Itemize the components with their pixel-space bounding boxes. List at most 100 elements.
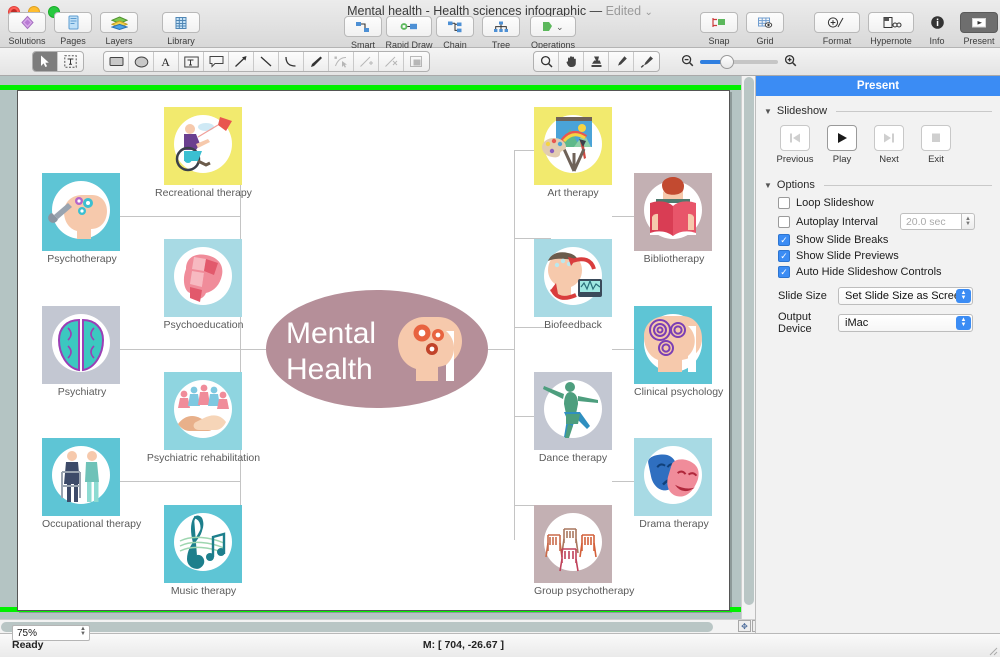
zoom-slider-knob[interactable] (720, 54, 734, 69)
toolbar-present[interactable]: Present (954, 12, 1000, 46)
fit-to-window-icon[interactable]: ✥ (738, 620, 751, 632)
disclosure-triangle-icon[interactable]: ▼ (764, 107, 772, 116)
node-art-therapy[interactable]: Art therapy (534, 107, 612, 199)
loop-slideshow-row[interactable]: Loop Slideshow (778, 197, 992, 209)
zoom-stepper-icon[interactable]: ▲ ▼ (80, 626, 86, 637)
play-button[interactable]: Play (825, 125, 859, 165)
auto-hide-controls-row[interactable]: Auto Hide Slideshow Controls (778, 266, 992, 278)
show-slide-breaks-checkbox[interactable] (778, 234, 790, 246)
node-bibliotherapy[interactable]: Bibliotherapy (634, 173, 714, 265)
node-psychiatry[interactable]: Psychiatry (42, 306, 122, 398)
autoplay-interval-checkbox[interactable] (778, 215, 790, 228)
node-dance-therapy[interactable]: Dance therapy (534, 372, 612, 464)
toolbar-library-label: Library (167, 36, 195, 46)
node-occupational-therapy[interactable]: Occupational therapy (42, 438, 141, 530)
toolbar-grid[interactable]: Grid (742, 12, 788, 46)
resize-grip-icon[interactable] (986, 644, 998, 656)
autoplay-interval-row[interactable]: Autoplay Interval 20.0 sec ▲ ▼ (778, 213, 992, 230)
toolbar-library[interactable]: Library (158, 12, 204, 46)
center-node[interactable]: Mental Health (266, 290, 488, 408)
toolbar-format[interactable]: Format (812, 12, 862, 46)
toolbar-solutions[interactable]: Solutions (4, 12, 50, 46)
disclosure-triangle-icon[interactable]: ▼ (764, 181, 772, 190)
chevron-down-icon[interactable]: ⌄ (645, 7, 653, 18)
node-image (534, 372, 612, 450)
stepper-arrows-icon[interactable]: ▲ ▼ (961, 213, 975, 230)
toolbar-operations[interactable]: ⌄ Operations (524, 16, 582, 50)
node-clinical-psychology[interactable]: Clinical psychology (634, 306, 723, 398)
tree-icon (482, 16, 520, 37)
zoom-in-icon[interactable] (784, 54, 797, 70)
node-psychotherapy[interactable]: Psychotherapy (42, 173, 122, 265)
edit-point-tool[interactable] (329, 52, 354, 71)
horizontal-scroll-thumb[interactable] (1, 622, 713, 632)
previous-button[interactable]: Previous (777, 125, 813, 165)
toolbar-chain[interactable]: Chain (432, 16, 478, 50)
pen-tool[interactable] (304, 52, 329, 71)
node-psychiatric-rehabilitation[interactable]: Psychiatric rehabilitation (126, 372, 281, 464)
output-device-popup[interactable]: iMac ▲ ▼ (838, 314, 973, 332)
magnifier-tool[interactable] (534, 52, 559, 71)
eyedropper-tool[interactable] (609, 52, 634, 71)
toolbar-tree[interactable]: Tree (478, 16, 524, 50)
slideshow-section-header[interactable]: ▼ Slideshow (764, 105, 992, 117)
slide-size-popup[interactable]: Set Slide Size as Screen ▲ ▼ (838, 287, 973, 305)
toolbar-hypernote[interactable]: Hypernote (862, 12, 920, 46)
toolbar-pages[interactable]: Pages (50, 12, 96, 46)
node-image (164, 107, 242, 185)
auto-hide-controls-checkbox[interactable] (778, 266, 790, 278)
exit-button[interactable]: Exit (919, 125, 953, 165)
document-page[interactable]: Psychotherapy Psychiatry Occupational th… (17, 90, 730, 611)
rectangle-tool[interactable] (104, 52, 129, 71)
node-image (164, 372, 242, 450)
show-slide-previews-label: Show Slide Previews (796, 250, 899, 262)
callout-tool[interactable] (204, 52, 229, 71)
toolbar-view-group: Snap Grid (696, 12, 788, 46)
node-biofeedback[interactable]: Biofeedback (534, 239, 612, 331)
show-slide-previews-checkbox[interactable] (778, 250, 790, 262)
text-tool[interactable]: A (154, 52, 179, 71)
node-image (164, 505, 242, 583)
node-image (634, 173, 712, 251)
toolbar-smart[interactable]: Smart (340, 16, 386, 50)
horizontal-scrollbar[interactable] (0, 619, 755, 633)
text-box-tool[interactable] (179, 52, 204, 71)
toolbar-layers[interactable]: Layers (96, 12, 142, 46)
toolbar-info[interactable]: Info (920, 12, 954, 46)
ellipse-tool[interactable] (129, 52, 154, 71)
popup-arrows-icon[interactable]: ▲ ▼ (956, 316, 971, 330)
hand-tool[interactable] (559, 52, 584, 71)
node-drama-therapy[interactable]: Drama therapy (634, 438, 714, 530)
vertical-scrollbar[interactable] (741, 76, 755, 619)
node-recreational-therapy[interactable]: Recreational therapy (126, 107, 281, 199)
canvas-area[interactable]: Psychotherapy Psychiatry Occupational th… (0, 76, 755, 633)
autoplay-interval-stepper[interactable]: 20.0 sec ▲ ▼ (899, 213, 975, 230)
delete-point-tool[interactable] (379, 52, 404, 71)
autoplay-interval-value[interactable]: 20.0 sec (899, 213, 962, 230)
node-psychoeducation[interactable]: Psychoeducation (126, 239, 281, 331)
add-point-tool[interactable] (354, 52, 379, 71)
toolbar-rapid-draw[interactable]: Rapid Draw (385, 16, 433, 50)
next-button[interactable]: Next (872, 125, 906, 165)
vertical-scroll-thumb[interactable] (744, 77, 754, 605)
toolbar-snap[interactable]: Snap (696, 12, 742, 46)
stamp-tool[interactable] (584, 52, 609, 71)
skip-forward-icon (874, 125, 904, 151)
options-section-header[interactable]: ▼ Options (764, 179, 992, 191)
pointer-tool[interactable] (33, 52, 58, 71)
zoom-out-icon[interactable] (681, 54, 694, 70)
paintbrush-tool[interactable] (634, 52, 659, 71)
show-slide-breaks-row[interactable]: Show Slide Breaks (778, 234, 992, 246)
popup-arrows-icon[interactable]: ▲ ▼ (956, 289, 971, 303)
arrow-tool[interactable] (229, 52, 254, 71)
node-image (534, 505, 612, 583)
arc-tool[interactable] (279, 52, 304, 71)
show-slide-previews-row[interactable]: Show Slide Previews (778, 250, 992, 262)
shape-combine-tool[interactable] (404, 52, 429, 71)
text-select-tool[interactable] (58, 52, 83, 71)
loop-slideshow-checkbox[interactable] (778, 197, 790, 209)
node-music-therapy[interactable]: Music therapy (126, 505, 281, 597)
line-tool[interactable] (254, 52, 279, 71)
zoom-slider[interactable] (700, 54, 778, 69)
node-group-psychotherapy[interactable]: Group psychotherapy (534, 505, 634, 597)
